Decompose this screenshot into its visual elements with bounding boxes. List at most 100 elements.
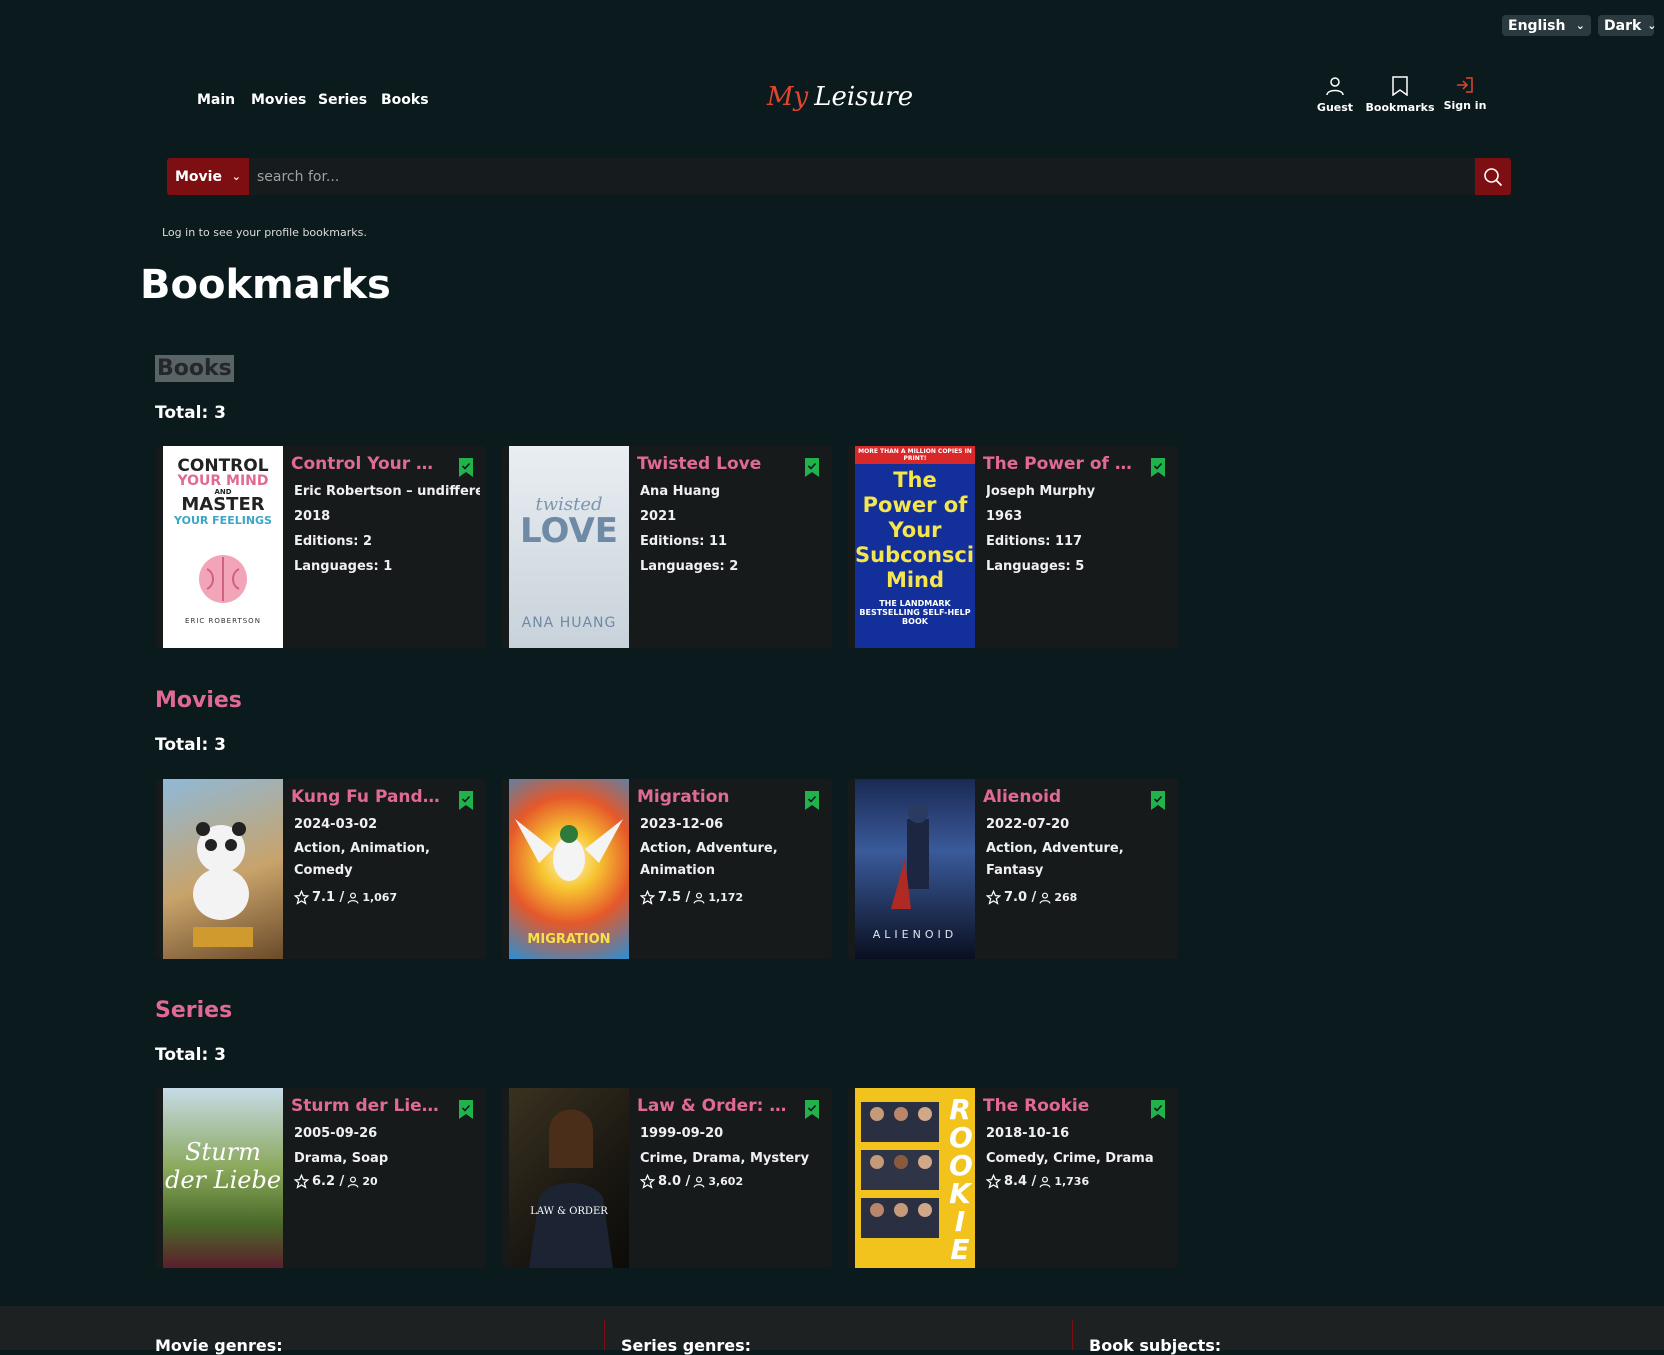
book-card[interactable]: twisted LOVE ANA HUANG Twisted Love Ana …: [502, 446, 832, 648]
vote-count: 1,736: [1054, 1175, 1090, 1188]
language-value: English: [1508, 17, 1566, 34]
card-year: 2021: [640, 510, 677, 524]
card-title[interactable]: Twisted Love: [637, 454, 787, 474]
bookmark-check-icon[interactable]: [804, 791, 820, 810]
card-info: Control Your Mi... Eric Robertson – undi…: [291, 454, 480, 574]
sign-in-link[interactable]: Sign in: [1425, 76, 1505, 112]
cover-text: THE LANDMARK BESTSELLING SELF-HELP BOOK: [859, 599, 971, 626]
bookmark-check-icon[interactable]: [804, 458, 820, 477]
card-title[interactable]: Migration: [637, 787, 787, 807]
series-poster: Sturm der Liebe: [163, 1088, 283, 1268]
card-date: 2024-03-02: [294, 818, 378, 832]
search-input[interactable]: [249, 157, 1475, 196]
card-languages: Languages: 5: [986, 560, 1085, 574]
series-card[interactable]: LAW & ORDER Law & Order: Sp... 1999-09-2…: [502, 1088, 832, 1268]
footer-book-subjects: Book subjects:: [1089, 1336, 1222, 1355]
login-note: Log in to see your profile bookmarks.: [162, 226, 367, 239]
movie-card[interactable]: MIGRATION Migration 2023-12-06 Action, A…: [502, 779, 832, 959]
movie-card[interactable]: ALIENOID Alienoid 2022-07-20 Action, Adv…: [848, 779, 1178, 959]
rating-value: 7.5 /: [658, 890, 691, 905]
user-icon: [347, 1176, 359, 1188]
rating-value: 7.0 /: [1004, 890, 1037, 905]
series-total: Total: 3: [155, 1045, 226, 1065]
bookmark-check-icon[interactable]: [1150, 791, 1166, 810]
card-rating: 7.5 / 1,172: [640, 890, 826, 905]
cover-text: Sturm der Liebe: [164, 1138, 282, 1194]
cover-text: MASTER: [181, 494, 265, 515]
cover-text: LOVE: [520, 511, 618, 551]
bookmark-check-icon[interactable]: [1150, 1100, 1166, 1119]
bookmark-check-icon[interactable]: [458, 1100, 474, 1119]
card-title[interactable]: The Rookie: [983, 1096, 1133, 1116]
cover-text: The Power of Your Subconscious Mind: [855, 468, 975, 592]
card-title[interactable]: Alienoid: [983, 787, 1133, 807]
chevron-down-icon: ⌄: [1575, 19, 1585, 32]
card-editions: Editions: 11: [640, 535, 728, 549]
card-title[interactable]: The Power of Yo...: [983, 454, 1133, 474]
rating-value: 7.1 /: [312, 890, 345, 905]
cover-text: ANA HUANG: [521, 615, 617, 631]
vote-count: 268: [1054, 891, 1078, 904]
card-title[interactable]: Sturm der Liebe: [291, 1096, 441, 1116]
card-genres: Crime, Drama, Mystery: [640, 1152, 810, 1166]
language-select[interactable]: English ⌄: [1502, 15, 1591, 36]
bookmark-check-icon[interactable]: [804, 1100, 820, 1119]
book-cover: CONTROL YOUR MIND AND MASTER YOUR FEELIN…: [163, 446, 283, 648]
vote-count: 20: [362, 1175, 378, 1188]
card-date: 2023-12-06: [640, 818, 724, 832]
series-card[interactable]: ROOKIE The Rookie 2018-10-16 Comedy, Cri…: [848, 1088, 1178, 1268]
card-editions: Editions: 117: [986, 535, 1083, 549]
card-info: The Rookie 2018-10-16 Comedy, Crime, Dra…: [983, 1096, 1172, 1189]
card-rating: 7.1 / 1,067: [294, 890, 480, 905]
book-card[interactable]: MORE THAN A MILLION COPIES IN PRINT! The…: [848, 446, 1178, 648]
card-date: 2022-07-20: [986, 818, 1070, 832]
star-icon: [986, 1174, 1001, 1189]
cover-text: CONTROL: [177, 456, 269, 476]
movie-poster: [163, 779, 283, 959]
cover-text: YOUR FEELINGS: [174, 514, 272, 527]
bookmark-check-icon[interactable]: [458, 458, 474, 477]
portrait-illustration: [529, 1109, 613, 1268]
vote-count: 1,172: [708, 891, 744, 904]
rating-value: 8.4 /: [1004, 1174, 1037, 1189]
card-genres: Comedy, Crime, Drama: [986, 1152, 1154, 1166]
rating-value: 8.0 /: [658, 1174, 691, 1189]
chevron-down-icon: ⌄: [231, 170, 241, 183]
search-type-select[interactable]: Movie ⌄: [167, 158, 249, 195]
card-title[interactable]: Control Your Mi...: [291, 454, 441, 474]
card-date: 2018-10-16: [986, 1127, 1070, 1141]
rating-value: 6.2 /: [312, 1174, 345, 1189]
star-icon: [986, 890, 1001, 905]
robot-illustration: [891, 803, 929, 909]
theme-select[interactable]: Dark ⌄: [1598, 15, 1657, 36]
card-genres: Drama, Soap: [294, 1152, 389, 1166]
footer-divider: [1072, 1320, 1073, 1350]
card-info: Sturm der Liebe 2005-09-26 Drama, Soap 6…: [291, 1096, 480, 1189]
series-card[interactable]: Sturm der Liebe Sturm der Liebe 2005-09-…: [156, 1088, 486, 1268]
card-info: Alienoid 2022-07-20 Action, Adventure, F…: [983, 787, 1172, 905]
card-author: Joseph Murphy: [986, 485, 1096, 499]
book-cover: MORE THAN A MILLION COPIES IN PRINT! The…: [855, 446, 975, 648]
card-title[interactable]: Law & Order: Sp...: [637, 1096, 787, 1116]
panda-illustration: [193, 822, 253, 947]
footer: Movie genres: Series genres: Book subjec…: [0, 1306, 1664, 1355]
card-date: 2005-09-26: [294, 1127, 378, 1141]
card-info: Law & Order: Sp... 1999-09-20 Crime, Dra…: [637, 1096, 826, 1189]
cover-text: LAW & ORDER: [530, 1206, 608, 1217]
user-icon: [1326, 77, 1344, 96]
bookmark-check-icon[interactable]: [1150, 458, 1166, 477]
movie-poster: ALIENOID: [855, 779, 975, 959]
movie-card[interactable]: Kung Fu Panda 4 2024-03-02 Action, Anima…: [156, 779, 486, 959]
search-button[interactable]: [1475, 158, 1511, 195]
card-rating: 6.2 / 20: [294, 1174, 480, 1189]
bookmark-check-icon[interactable]: [458, 791, 474, 810]
card-title[interactable]: Kung Fu Panda 4: [291, 787, 441, 807]
bookmark-icon: [1392, 76, 1408, 96]
sign-in-label: Sign in: [1443, 99, 1487, 112]
vote-count: 3,602: [708, 1175, 744, 1188]
books-total: Total: 3: [155, 403, 226, 423]
star-icon: [640, 1174, 655, 1189]
card-languages: Languages: 1: [294, 560, 393, 574]
footer-movie-genres: Movie genres:: [155, 1336, 283, 1355]
book-card[interactable]: CONTROL YOUR MIND AND MASTER YOUR FEELIN…: [156, 446, 486, 648]
